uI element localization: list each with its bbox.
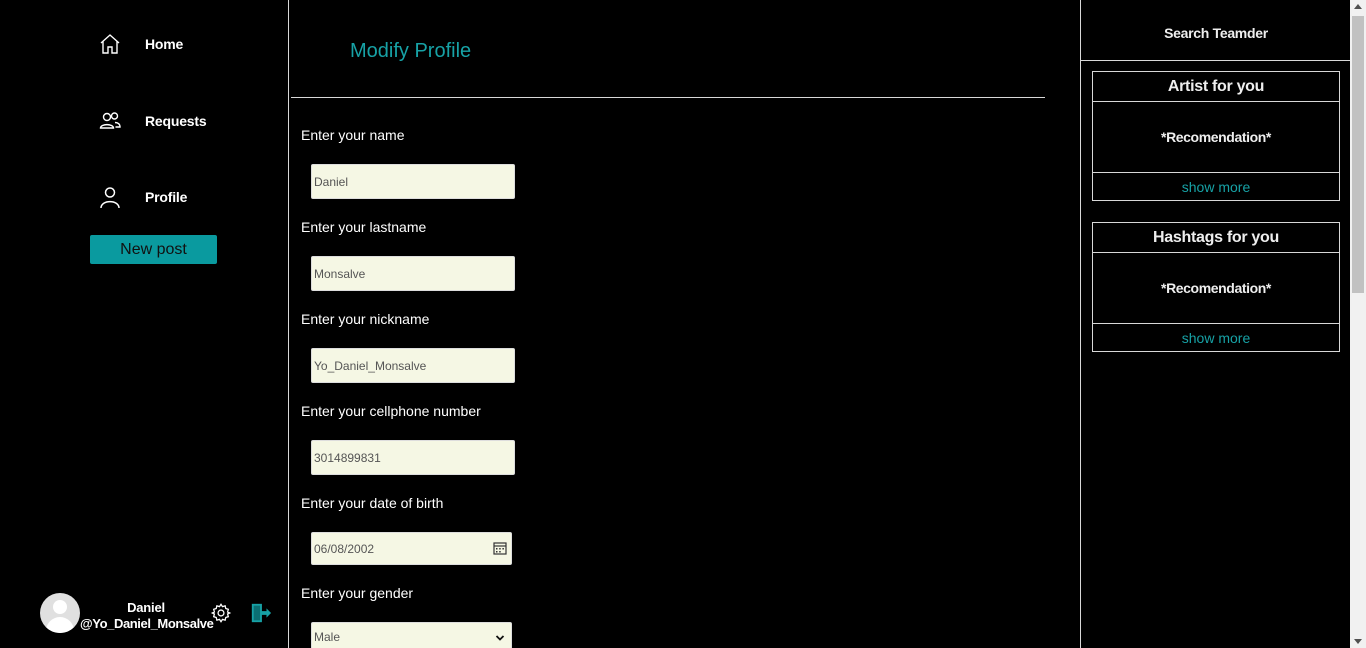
scroll-thumb[interactable] bbox=[1352, 16, 1364, 293]
birthdate-field-value: 06/08/2002 bbox=[314, 541, 375, 556]
user-name: Daniel bbox=[127, 600, 165, 615]
lastname-label: Enter your lastname bbox=[301, 219, 427, 235]
card-title: Hashtags for you bbox=[1093, 223, 1339, 253]
card-title: Artist for you bbox=[1093, 72, 1339, 102]
gender-select[interactable]: Male bbox=[311, 622, 512, 648]
lastname-field-value: Monsalve bbox=[314, 266, 366, 281]
nav-item-label: Requests bbox=[145, 113, 207, 129]
artist-recommendations-card: Artist for you *Recomendation* show more bbox=[1092, 71, 1340, 201]
cellphone-field[interactable]: 3014899831 bbox=[311, 440, 515, 475]
name-label: Enter your name bbox=[301, 127, 405, 143]
gear-icon[interactable] bbox=[210, 602, 232, 624]
calendar-icon[interactable] bbox=[493, 541, 507, 555]
nav-item-label: Home bbox=[145, 36, 184, 52]
divider bbox=[291, 97, 1045, 98]
search-teamder[interactable]: Search Teamder bbox=[1081, 6, 1351, 61]
scroll-down-arrow[interactable] bbox=[1354, 639, 1362, 644]
avatar[interactable] bbox=[40, 593, 80, 633]
nickname-field-value: Yo_Daniel_Monsalve bbox=[314, 358, 427, 373]
nav-item-profile[interactable]: Profile bbox=[98, 185, 187, 209]
user-handle: @Yo_Daniel_Monsalve bbox=[80, 616, 214, 631]
cellphone-field-value: 3014899831 bbox=[314, 450, 381, 465]
lastname-field[interactable]: Monsalve bbox=[311, 256, 515, 291]
card-body: *Recomendation* bbox=[1093, 253, 1339, 324]
gender-select-value: Male bbox=[314, 630, 341, 644]
user-icon bbox=[100, 187, 120, 209]
scroll-up-arrow[interactable] bbox=[1354, 4, 1362, 9]
gender-label: Enter your gender bbox=[301, 585, 414, 601]
page-scrollbar[interactable] bbox=[1350, 0, 1366, 648]
user-card: Daniel @Yo_Daniel_Monsalve bbox=[40, 593, 285, 633]
card-body: *Recomendation* bbox=[1093, 102, 1339, 173]
chevron-down-icon bbox=[495, 635, 505, 641]
right-panel: Search Teamder Artist for you *Recomenda… bbox=[1080, 0, 1351, 648]
users-icon bbox=[99, 112, 121, 129]
birthdate-field[interactable]: 06/08/2002 bbox=[311, 532, 512, 565]
nav-item-home[interactable]: Home bbox=[98, 32, 183, 56]
logout-icon[interactable] bbox=[250, 602, 272, 624]
name-field-value: Daniel bbox=[314, 174, 349, 189]
home-icon bbox=[100, 34, 120, 54]
nav-item-requests[interactable]: Requests bbox=[98, 109, 207, 133]
show-more-link[interactable]: show more bbox=[1093, 173, 1339, 200]
nickname-label: Enter your nickname bbox=[301, 311, 430, 327]
birthdate-label: Enter your date of birth bbox=[301, 495, 444, 511]
main-content: Modify Profile Enter your name Daniel En… bbox=[290, 0, 1080, 648]
show-more-link[interactable]: show more bbox=[1093, 324, 1339, 351]
hashtag-recommendations-card: Hashtags for you *Recomendation* show mo… bbox=[1092, 222, 1340, 352]
nickname-field[interactable]: Yo_Daniel_Monsalve bbox=[311, 348, 515, 383]
cellphone-label: Enter your cellphone number bbox=[301, 403, 481, 419]
left-sidebar: Home Requests Profile New post Daniel @Y… bbox=[0, 0, 289, 648]
nav-item-label: Profile bbox=[145, 189, 188, 205]
new-post-button[interactable]: New post bbox=[90, 235, 217, 264]
page-title: Modify Profile bbox=[350, 40, 472, 62]
name-field[interactable]: Daniel bbox=[311, 164, 515, 199]
